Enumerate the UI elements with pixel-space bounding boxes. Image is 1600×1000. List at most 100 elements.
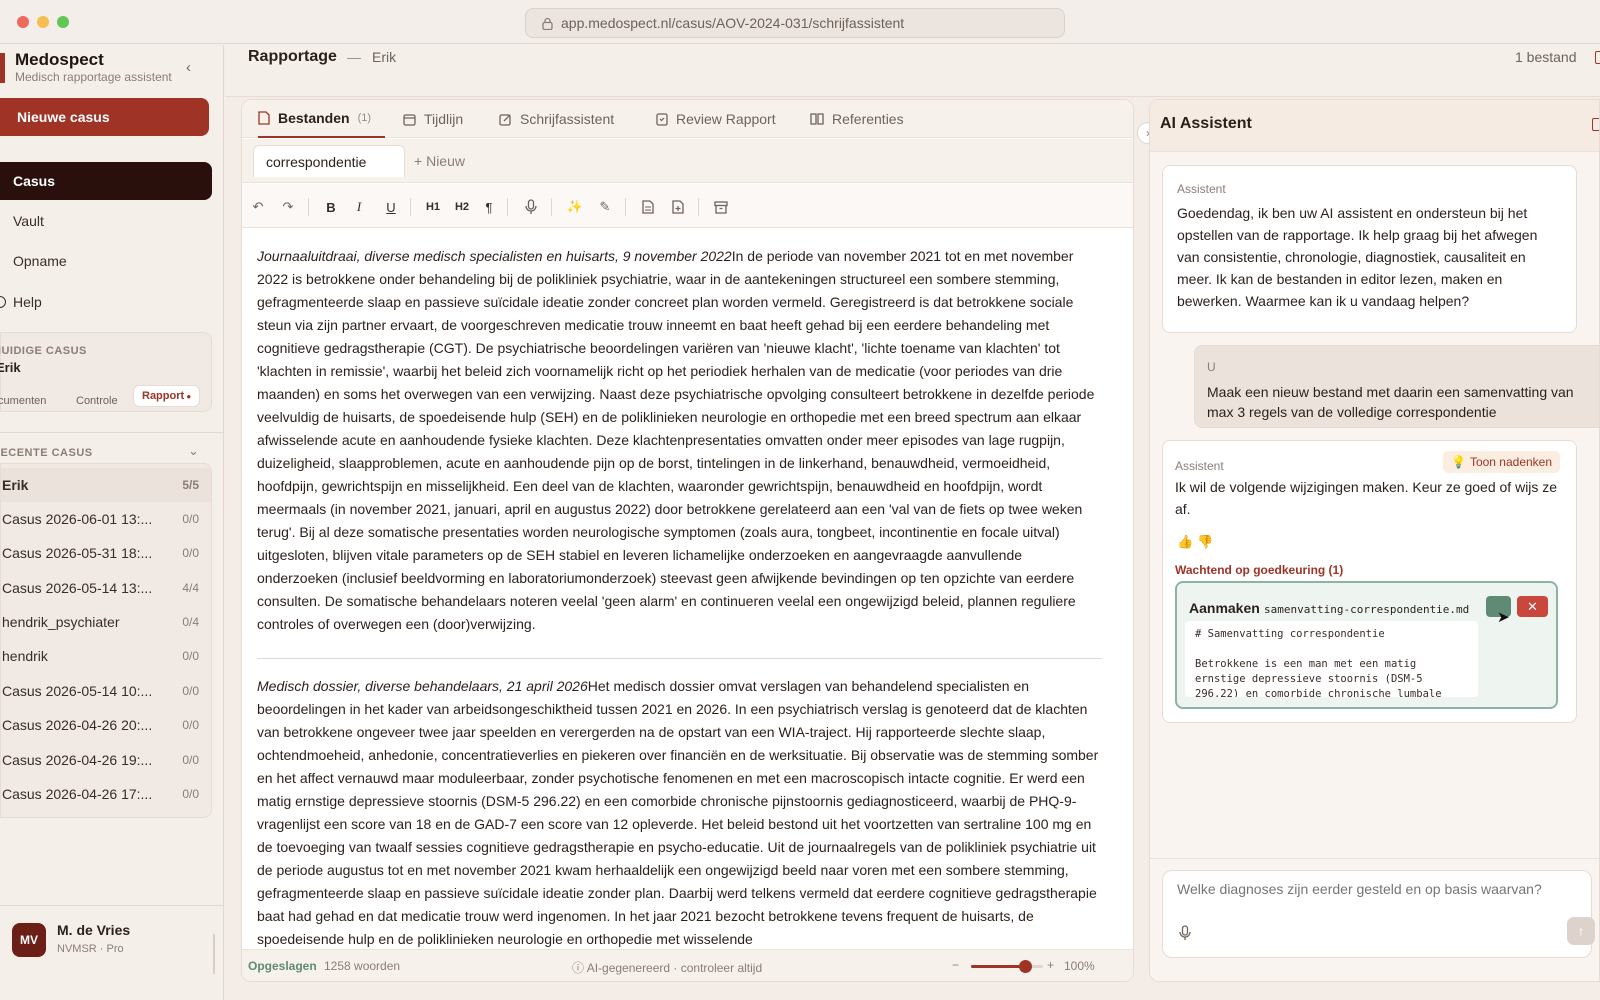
chat-input[interactable]	[1177, 881, 1572, 911]
minimize-window-button[interactable]	[37, 16, 49, 28]
paragraph-button[interactable]: ¶	[478, 196, 500, 218]
tab-badge: (1)	[357, 112, 372, 124]
case-name: Casus 2026-05-14 13:...	[2, 580, 153, 596]
recent-case-item[interactable]: hendrik_psychiater 0/4	[1, 605, 211, 639]
document-body[interactable]: Journaaluitdraai, diverse medisch specia…	[257, 245, 1102, 973]
segment-documenten[interactable]: Documenten	[0, 395, 46, 407]
new-case-button[interactable]: Nieuwe casus	[0, 98, 209, 136]
chat-input-box[interactable]: ↑	[1162, 870, 1595, 958]
tab-label: Review Rapport	[676, 111, 776, 127]
heading1-button[interactable]: H1	[422, 196, 444, 218]
underline-icon[interactable]: U	[380, 196, 402, 218]
recent-case-item[interactable]: Erik 5/5	[1, 468, 211, 502]
recent-case-item[interactable]: Casus 2026-05-31 18:... 0/0	[1, 536, 211, 570]
preview-line: # Samenvatting correspondentie	[1195, 628, 1385, 640]
lightbulb-icon: 💡	[1451, 455, 1466, 469]
reject-button[interactable]: ✕	[1517, 596, 1548, 617]
recent-case-item[interactable]: hendrik 0/0	[1, 639, 211, 673]
nav-item-vault[interactable]: Vault	[0, 202, 212, 240]
tab-tijdlijn[interactable]: Tijdlijn	[403, 100, 463, 138]
show-thinking-button[interactable]: 💡 Toon nadenken	[1443, 451, 1561, 473]
recent-case-item[interactable]: Casus 2026-04-26 20:... 0/0	[1, 708, 211, 742]
divider	[625, 198, 626, 216]
tab-referenties[interactable]: Referenties	[810, 100, 904, 138]
pending-approval-label: Wachtend op goedkeuring (1)	[1175, 563, 1344, 577]
ai-panel-title: AI Assistent	[1160, 115, 1252, 132]
bold-icon[interactable]: B	[320, 196, 342, 218]
zoom-slider[interactable]	[971, 960, 1043, 973]
saved-status: Opgeslagen	[248, 959, 317, 973]
zoom-slider-handle[interactable]	[1019, 960, 1032, 973]
italic-icon[interactable]: I	[348, 196, 370, 218]
preview-line: ernstige depressieve stoornis (DSM-5	[1195, 673, 1423, 685]
undo-icon[interactable]: ↶	[247, 196, 269, 218]
message-author: Assistent	[1175, 459, 1224, 473]
change-action: Aanmaken	[1189, 600, 1260, 616]
collapse-sidebar-icon[interactable]: ‹	[186, 59, 191, 76]
chevron-down-icon[interactable]: ⌄	[188, 443, 199, 459]
microphone-icon[interactable]	[520, 196, 542, 218]
avatar: MV	[12, 923, 46, 957]
archive-icon[interactable]	[710, 196, 732, 218]
new-file-button[interactable]: + Nieuw	[414, 153, 465, 169]
user-panel[interactable]: MV M. de Vries NVMSR · Pro	[0, 905, 224, 1000]
pencil-icon[interactable]: ✎	[594, 196, 616, 218]
magic-wand-icon[interactable]: ✨	[564, 196, 586, 218]
assistant-message: Assistent 💡 Toon nadenken Ik wil de volge…	[1162, 440, 1577, 723]
close-window-button[interactable]	[17, 16, 29, 28]
nav-item-opname[interactable]: Opname	[0, 242, 212, 280]
zoom-in-button[interactable]: +	[1047, 958, 1054, 972]
nav-item-casus[interactable]: Casus	[0, 162, 212, 200]
ai-panel-header: AI Assistent	[1150, 100, 1599, 152]
message-text: Goedendag, ik ben uw AI assistent en ond…	[1177, 205, 1538, 309]
change-filename: samenvatting-correspondentie.md	[1264, 603, 1470, 616]
recent-case-label: RECENTE CASUS	[0, 447, 93, 459]
recent-case-item[interactable]: Casus 2026-05-14 10:... 0/0	[1, 674, 211, 708]
case-name: hendrik_psychiater	[2, 614, 120, 630]
recent-case-item[interactable]: Casus 2026-05-14 13:... 4/4	[1, 571, 211, 605]
tab-label: Bestanden	[278, 110, 350, 126]
case-count: 0/0	[182, 684, 199, 698]
tab-bestanden[interactable]: Bestanden (1)	[258, 100, 386, 138]
microphone-icon[interactable]	[1179, 925, 1191, 941]
case-count: 0/4	[182, 615, 199, 629]
case-name: Casus 2026-04-26 20:...	[2, 717, 153, 733]
paragraph: Medisch dossier, diverse behandelaars, 2…	[257, 675, 1102, 951]
mouse-cursor-icon: ➤	[1497, 609, 1510, 626]
tab-review-rapport[interactable]: Review Rapport	[656, 100, 776, 138]
tab-schrijfassistent[interactable]: Schrijfassistent	[499, 100, 614, 138]
redo-icon[interactable]: ↷	[277, 196, 299, 218]
current-case-card: HUIDIGE CASUS Erik Documenten Controle R…	[0, 332, 212, 412]
arrow-up-icon: ↑	[1577, 923, 1585, 939]
ai-notice-text: AI-gegenereerd · controleer altijd	[586, 961, 763, 975]
recent-case-item[interactable]: Casus 2026-04-26 17:... 0/0	[1, 777, 211, 811]
paragraph-text: Het medisch dossier omvat verslagen van …	[257, 678, 1099, 947]
nav-item-help[interactable]: Help	[0, 283, 212, 321]
file-tab-correspondentie[interactable]: correspondentie	[253, 145, 405, 177]
current-case-label: HUIDIGE CASUS	[0, 345, 87, 357]
title-separator: —	[347, 49, 361, 65]
document-add-icon[interactable]	[667, 196, 689, 218]
show-thinking-label: Toon nadenken	[1469, 455, 1553, 469]
thumbs-down-icon[interactable]: 👎	[1197, 531, 1213, 553]
document-icon[interactable]	[637, 196, 659, 218]
plus-icon: +	[414, 153, 427, 169]
zoom-slider-fill	[971, 965, 1025, 968]
thumbs-up-icon[interactable]: 👍	[1177, 531, 1193, 553]
send-button[interactable]: ↑	[1567, 917, 1595, 945]
trash-icon[interactable]	[1592, 118, 1599, 131]
trash-icon[interactable]	[1595, 51, 1600, 64]
segment-rapport[interactable]: Rapport ●	[133, 385, 201, 407]
recent-case-item[interactable]: Casus 2026-04-26 19:... 0/0	[1, 743, 211, 777]
maximize-window-button[interactable]	[57, 16, 69, 28]
case-count: 0/0	[182, 718, 199, 732]
case-name: Casus 2026-05-14 10:...	[2, 683, 153, 699]
segment-controle[interactable]: Controle	[76, 395, 118, 407]
zoom-out-button[interactable]: −	[952, 958, 959, 972]
heading2-button[interactable]: H2	[451, 196, 473, 218]
scrollbar[interactable]	[213, 934, 215, 974]
breadcrumb-case: Erik	[372, 49, 397, 65]
divider	[257, 658, 1102, 659]
address-bar[interactable]: app.medospect.nl/casus/AOV-2024-031/schr…	[525, 8, 1065, 38]
recent-case-item[interactable]: Casus 2026-06-01 13:... 0/0	[1, 502, 211, 536]
